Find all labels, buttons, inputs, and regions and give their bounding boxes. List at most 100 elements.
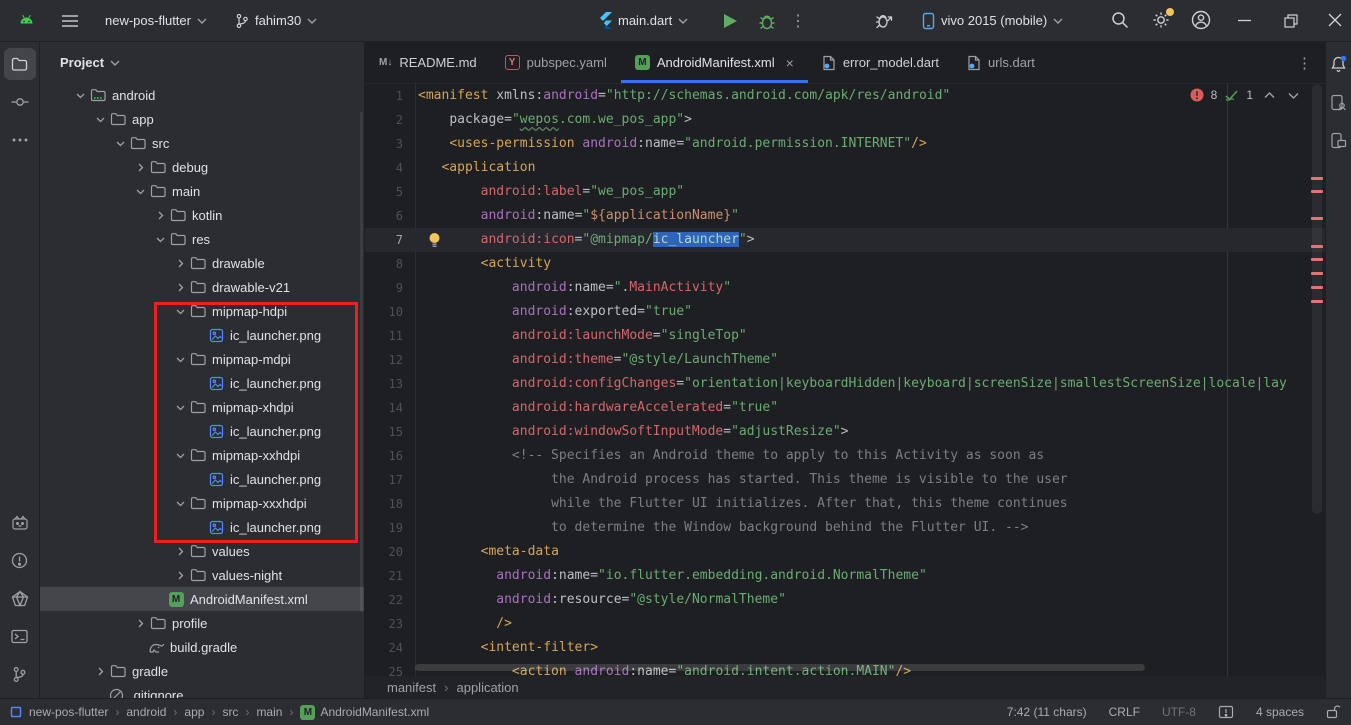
window-minimize-button[interactable] (1238, 19, 1251, 22)
debug-button[interactable] (757, 11, 777, 31)
commit-tool-button[interactable] (4, 86, 36, 118)
chevron-right-icon[interactable] (133, 163, 147, 172)
error-stripe-mark[interactable] (1311, 217, 1323, 220)
tree-item-profile[interactable]: profile (40, 611, 364, 635)
tab-options-kebab-icon[interactable]: ⋮ (1297, 54, 1313, 72)
tree-item-debug[interactable]: debug (40, 155, 364, 179)
status-path-item-main[interactable]: main (256, 705, 282, 719)
code-line-19[interactable]: 19 to determine the Window background be… (365, 516, 1325, 540)
editor-tab-androidmanifest-xml[interactable]: MAndroidManifest.xml× (621, 42, 808, 83)
code-line-12[interactable]: 12 android:theme="@style/LaunchTheme" (365, 348, 1325, 372)
code-line-8[interactable]: 8 <activity (365, 252, 1325, 276)
running-devices-button[interactable] (1327, 124, 1351, 156)
code-line-9[interactable]: 9 android:name=".MainActivity" (365, 276, 1325, 300)
status-path-item-src[interactable]: src (222, 705, 238, 719)
chevron-down-icon[interactable] (153, 235, 167, 244)
error-stripe-mark[interactable] (1311, 272, 1323, 275)
editor-tab-urls-dart[interactable]: urls.dart (953, 42, 1049, 83)
chevron-down-icon[interactable] (93, 115, 107, 124)
code-line-6[interactable]: 6 android:name="${applicationName}" (365, 204, 1325, 228)
highlighting-level-icon[interactable] (1218, 705, 1234, 719)
code-line-5[interactable]: 5 android:label="we_pos_app" (365, 180, 1325, 204)
tree-item-app[interactable]: app (40, 107, 364, 131)
tree-item-build-gradle[interactable]: build.gradle (40, 635, 364, 659)
status-path-item-app[interactable]: app (184, 705, 204, 719)
device-selector[interactable]: vivo 2015 (mobile) (922, 12, 1063, 30)
code-line-14[interactable]: 14 android:hardwareAccelerated="true" (365, 396, 1325, 420)
chevron-right-icon[interactable] (173, 283, 187, 292)
tree-item-res[interactable]: res (40, 227, 364, 251)
code-line-16[interactable]: 16 <!-- Specifies an Android theme to ap… (365, 444, 1325, 468)
breadcrumb-item-application[interactable]: application (456, 680, 518, 695)
horizontal-scrollbar[interactable] (415, 664, 1145, 671)
code-line-24[interactable]: 24 <intent-filter> (365, 636, 1325, 660)
project-panel-scrollbar[interactable] (360, 112, 363, 612)
status-path-item-androidmanifest-xml[interactable]: MAndroidManifest.xml (300, 705, 429, 720)
code-line-2[interactable]: 2 package="wepos.com.we_pos_app"> (365, 108, 1325, 132)
line-ending[interactable]: CRLF (1109, 705, 1140, 719)
inspections-widget[interactable]: 8 1 (1190, 88, 1299, 102)
editor-tab-pubspec-yaml[interactable]: Ypubspec.yaml (491, 42, 621, 83)
main-menu-icon[interactable] (61, 14, 79, 28)
error-stripe-mark[interactable] (1311, 300, 1323, 303)
window-maximize-button[interactable] (1284, 14, 1298, 28)
caret-position[interactable]: 7:42 (11 chars) (1007, 705, 1087, 719)
tree-item-values-night[interactable]: values-night (40, 563, 364, 587)
tree-item-androidmanifest-xml[interactable]: MAndroidManifest.xml (40, 587, 364, 611)
terminal-tool-button[interactable] (4, 620, 36, 652)
next-problem-chevron-down-icon[interactable] (1288, 92, 1299, 99)
chevron-right-icon[interactable] (173, 571, 187, 580)
code-line-20[interactable]: 20 <meta-data (365, 540, 1325, 564)
error-stripe-mark[interactable] (1311, 245, 1323, 248)
code-line-4[interactable]: 4 <application (365, 156, 1325, 180)
chevron-right-icon[interactable] (173, 547, 187, 556)
project-widget[interactable]: new-pos-flutter (105, 13, 207, 28)
chevron-right-icon[interactable] (173, 259, 187, 268)
dart-analysis-tool-button[interactable] (4, 582, 36, 614)
code-line-22[interactable]: 22 android:resource="@style/NormalTheme" (365, 588, 1325, 612)
project-tool-button[interactable] (4, 48, 36, 80)
vertical-scrollbar[interactable] (1312, 84, 1322, 514)
tree-item-kotlin[interactable]: kotlin (40, 203, 364, 227)
error-stripe-mark[interactable] (1311, 258, 1323, 261)
indent-setting[interactable]: 4 spaces (1256, 705, 1304, 719)
code-line-11[interactable]: 11 android:launchMode="singleTop" (365, 324, 1325, 348)
run-options-kebab-icon[interactable]: ⋮ (790, 11, 806, 31)
tree-item--gitignore[interactable]: .gitignore (40, 683, 364, 698)
tree-item-drawable[interactable]: drawable (40, 251, 364, 275)
prev-problem-chevron-up-icon[interactable] (1264, 92, 1275, 99)
code-line-18[interactable]: 18 while the Flutter UI initializes. Aft… (365, 492, 1325, 516)
code-line-3[interactable]: 3 <uses-permission android:name="android… (365, 132, 1325, 156)
chevron-right-icon[interactable] (93, 667, 107, 676)
status-path-item-new-pos-flutter[interactable]: new-pos-flutter (29, 705, 108, 719)
error-stripe-mark[interactable] (1311, 190, 1323, 193)
error-stripe-mark[interactable] (1311, 177, 1323, 180)
breadcrumb-item-manifest[interactable]: manifest (387, 680, 436, 695)
settings-gear-icon[interactable] (1150, 9, 1172, 31)
error-stripe-mark[interactable] (1311, 286, 1323, 289)
intention-bulb-icon[interactable] (428, 232, 441, 248)
vcs-branch-widget[interactable]: fahim30 (235, 13, 317, 29)
chevron-right-icon[interactable] (133, 619, 147, 628)
run-config-widget[interactable]: main.dart (598, 12, 688, 29)
file-encoding[interactable]: UTF-8 (1162, 705, 1196, 719)
device-manager-button[interactable] (1327, 86, 1351, 118)
code-line-13[interactable]: 13 android:configChanges="orientation|ke… (365, 372, 1325, 396)
attach-debugger-icon[interactable] (874, 11, 896, 31)
editor-tab-error-model-dart[interactable]: error_model.dart (808, 42, 953, 83)
code-line-17[interactable]: 17 the Android process has started. This… (365, 468, 1325, 492)
status-path-item-android[interactable]: android (126, 705, 166, 719)
run-button[interactable] (722, 12, 738, 30)
chevron-down-icon[interactable] (113, 139, 127, 148)
code-line-7[interactable]: 7 android:icon="@mipmap/ic_launcher"> (365, 228, 1325, 252)
code-line-1[interactable]: 1<manifest xmlns:android="http://schemas… (365, 84, 1325, 108)
chevron-down-icon[interactable] (133, 187, 147, 196)
version-control-tool-button[interactable] (4, 658, 36, 690)
tree-item-gradle[interactable]: gradle (40, 659, 364, 683)
notifications-button[interactable] (1327, 48, 1351, 80)
code-line-10[interactable]: 10 android:exported="true" (365, 300, 1325, 324)
tree-item-src[interactable]: src (40, 131, 364, 155)
window-close-button[interactable] (1328, 13, 1342, 27)
app-quality-insights-tool-button[interactable] (4, 506, 36, 538)
chevron-right-icon[interactable] (153, 211, 167, 220)
